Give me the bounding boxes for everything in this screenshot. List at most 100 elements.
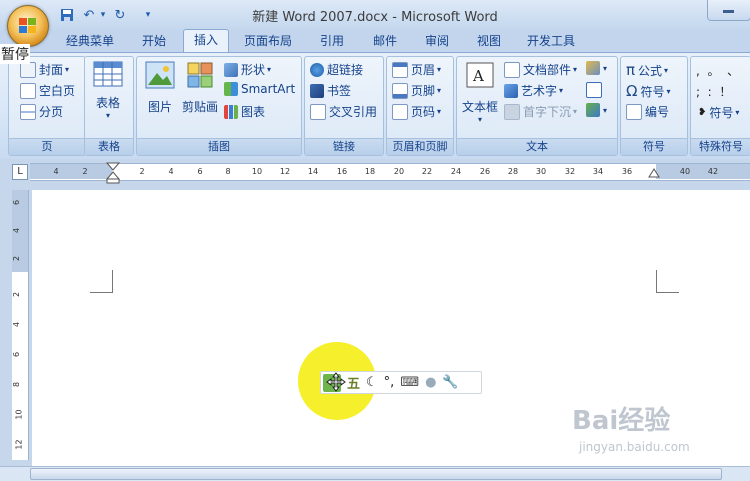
right-indent-marker-icon[interactable] [648, 168, 660, 178]
numbering-icon [626, 103, 642, 120]
blank-page-label: 空白页 [39, 84, 76, 98]
move-cursor-icon [326, 372, 346, 392]
user-icon[interactable]: ● [425, 375, 436, 390]
indent-marker-icon[interactable] [106, 162, 120, 184]
page-break-button[interactable]: 分页 [20, 103, 63, 120]
footer-icon [392, 82, 408, 99]
signature-line-button[interactable]: ▾ [586, 61, 607, 75]
ruler-tick-label: 20 [393, 167, 405, 176]
office-logo-icon [19, 18, 36, 33]
chart-label: 图表 [241, 105, 266, 119]
page-break-icon [20, 103, 36, 120]
ruler-tick-label: 2 [82, 167, 88, 176]
ruler-tick-label: 2 [139, 167, 145, 176]
watermark-logo: Bai经验 [572, 406, 671, 436]
table-dropdown-icon: ▾ [105, 111, 110, 120]
tab-mailings[interactable]: 邮件 [362, 31, 408, 52]
ruler-tick-label: 34 [592, 167, 604, 176]
quick-parts-button[interactable]: 文档部件 ▾ [504, 61, 577, 78]
tab-view[interactable]: 视图 [466, 31, 512, 52]
drop-cap-label: 首字下沉 [523, 105, 572, 119]
textbox-label: 文本框 [461, 100, 498, 114]
clipart-button[interactable]: 剪贴画 [180, 61, 220, 115]
wrench-icon[interactable]: 🔧 [442, 375, 458, 390]
vertical-ruler-tick-label: 8 [12, 381, 22, 388]
tab-classic-menu[interactable]: 经典菜单 [58, 31, 122, 52]
special-symbols-row1[interactable]: , 。 、 [696, 62, 739, 79]
chart-button[interactable]: 图表 [224, 103, 265, 120]
blank-page-button[interactable]: 空白页 [20, 82, 75, 99]
chart-icon [224, 104, 238, 119]
hyperlink-button[interactable]: 超链接 [310, 61, 363, 78]
bookmark-button[interactable]: 书签 [310, 82, 351, 99]
wordart-icon [504, 83, 518, 98]
office-button[interactable] [7, 5, 49, 47]
hyperlink-label: 超链接 [327, 63, 364, 77]
ime-mode[interactable]: 五 [347, 373, 360, 392]
window-title: 新建 Word 2007.docx - Microsoft Word [252, 10, 498, 25]
watermark-url: jingyan.baidu.com [579, 440, 690, 454]
tab-developer[interactable]: 开发工具 [518, 31, 584, 52]
drop-cap-icon [504, 103, 520, 120]
symbol-button[interactable]: Ω 符号 ▾ [626, 82, 671, 100]
hyperlink-icon [310, 62, 324, 77]
header-icon [392, 61, 408, 78]
tab-references[interactable]: 引用 [309, 31, 355, 52]
stop-label: 暂停 [0, 44, 30, 64]
picture-label: 图片 [147, 100, 172, 114]
special-symbols-row2[interactable]: ; : ！ [696, 83, 731, 100]
equation-button[interactable]: π 公式 ▾ [626, 61, 668, 79]
vertical-ruler-tick-label: 2 [12, 291, 22, 298]
object-button[interactable]: ▾ [586, 103, 607, 117]
table-label: 表格 [95, 96, 120, 110]
tab-page-layout[interactable]: 页面布局 [236, 31, 300, 52]
numbering-label: 编号 [645, 105, 670, 119]
drop-cap-button[interactable]: 首字下沉 ▾ [504, 103, 577, 120]
shapes-button[interactable]: 形状 ▾ [224, 61, 271, 78]
vertical-ruler-tick-label: 10 [14, 409, 24, 420]
smartart-button[interactable]: SmartArt [224, 82, 295, 96]
soft-keyboard-icon[interactable]: ⌨ [400, 375, 419, 390]
tab-review[interactable]: 审阅 [414, 31, 460, 52]
vertical-ruler-tick-label: 6 [12, 199, 22, 206]
picture-button[interactable]: 图片 [142, 61, 178, 115]
vertical-ruler-tick-label: 2 [12, 255, 22, 262]
table-button[interactable]: 表格 ▾ [90, 61, 126, 131]
ruler-tick-label: 4 [53, 167, 59, 176]
shapes-label: 形状 [241, 63, 266, 77]
textbox-dropdown-icon: ▾ [477, 115, 482, 124]
ruler-tick-label: 28 [507, 167, 519, 176]
date-time-button[interactable] [586, 82, 605, 98]
margin-corner-left [90, 270, 113, 293]
punctuation-icon[interactable]: °, [384, 375, 395, 390]
vertical-ruler-tick-label: 4 [12, 321, 22, 328]
footer-button[interactable]: 页脚 ▾ [392, 82, 441, 99]
smartart-icon [224, 82, 238, 96]
minimize-button[interactable] [707, 0, 750, 21]
ruler-tick-label: 42 [707, 167, 719, 176]
clipart-label: 剪贴画 [181, 100, 218, 114]
tab-insert[interactable]: 插入 [183, 29, 229, 53]
ruler-tick-label: 36 [621, 167, 633, 176]
page-number-button[interactable]: 页码 ▾ [392, 103, 441, 120]
ruler-tick-label: 30 [535, 167, 547, 176]
cross-reference-button[interactable]: 交叉引用 [310, 103, 377, 120]
numbering-button[interactable]: 编号 [626, 103, 669, 120]
ruler-tick-label: 8 [225, 167, 231, 176]
tab-home[interactable]: 开始 [130, 31, 178, 52]
ruler-tick-label: 26 [479, 167, 491, 176]
page-break-label: 分页 [39, 105, 64, 119]
scrollbar-thumb[interactable] [30, 468, 722, 480]
omega-icon: Ω [626, 82, 638, 100]
group-label: 表格 [85, 138, 133, 155]
special-symbol-label: 符号 [709, 106, 734, 120]
quick-parts-label: 文档部件 [523, 63, 572, 77]
special-symbol-button[interactable]: ❥ 符号 ▾ [698, 104, 739, 121]
textbox-button[interactable]: A 文本框 ▾ [460, 61, 500, 124]
ruler-tick-label: 4 [168, 167, 174, 176]
table-icon [93, 61, 123, 87]
header-button[interactable]: 页眉 ▾ [392, 61, 441, 78]
half-width-moon-icon[interactable]: ☾ [366, 375, 378, 390]
wordart-button[interactable]: 艺术字 ▾ [504, 82, 563, 99]
ruler-tick-label: 22 [421, 167, 433, 176]
